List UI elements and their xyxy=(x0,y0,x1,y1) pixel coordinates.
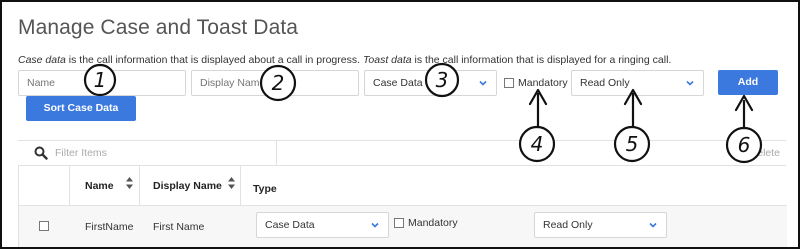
annotation-number-2: 2 xyxy=(272,71,285,95)
annotation-layer: 1 2 3 4 5 6 xyxy=(83,62,763,164)
manage-case-toast-panel: Manage Case and Toast Data Case data is … xyxy=(0,0,800,249)
annotation-number-4: 4 xyxy=(531,132,544,156)
annotation-arrow-6 xyxy=(734,94,754,130)
annotation-number-6: 6 xyxy=(738,133,751,157)
annotation-number-5: 5 xyxy=(626,132,639,156)
annotation-number-3: 3 xyxy=(436,68,449,92)
annotation-arrow-5 xyxy=(623,88,643,129)
annotation-number-1: 1 xyxy=(94,68,107,92)
annotation-arrow-4 xyxy=(528,88,548,129)
